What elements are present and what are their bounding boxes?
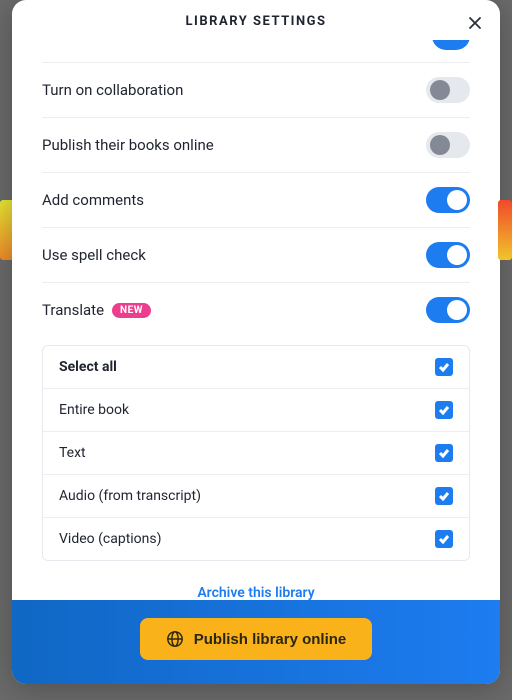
globe-icon bbox=[166, 630, 184, 648]
checkbox-entire-book[interactable] bbox=[435, 401, 453, 419]
modal-header: LIBRARY SETTINGS bbox=[12, 0, 500, 40]
translate-options-panel: Select all Entire book Text Audio (from … bbox=[42, 345, 470, 561]
option-label: Audio (from transcript) bbox=[59, 488, 201, 504]
publish-button-label: Publish library online bbox=[194, 631, 347, 648]
translate-option-video: Video (captions) bbox=[43, 518, 469, 560]
toggle-translate[interactable] bbox=[426, 297, 470, 323]
toggle-publish-books[interactable] bbox=[426, 132, 470, 158]
setting-label: Turn on collaboration bbox=[42, 81, 183, 99]
toggle-comments[interactable] bbox=[426, 187, 470, 213]
checkmark-icon bbox=[438, 361, 450, 373]
checkbox-audio[interactable] bbox=[435, 487, 453, 505]
setting-label: Publish their books online bbox=[42, 136, 214, 154]
checkmark-icon bbox=[438, 404, 450, 416]
setting-label: Translate NEW bbox=[42, 301, 151, 319]
checkmark-icon bbox=[438, 490, 450, 502]
publish-library-button[interactable]: Publish library online bbox=[140, 618, 373, 660]
close-button[interactable] bbox=[464, 12, 486, 34]
translate-option-text: Text bbox=[43, 432, 469, 475]
option-label: Text bbox=[59, 445, 86, 461]
setting-label: Use spell check bbox=[42, 246, 146, 264]
modal-footer: Publish library online bbox=[12, 600, 500, 684]
setting-label: Add comments bbox=[42, 191, 144, 209]
toggle-collaboration[interactable] bbox=[426, 77, 470, 103]
translate-option-entire-book: Entire book bbox=[43, 389, 469, 432]
translate-option-audio: Audio (from transcript) bbox=[43, 475, 469, 518]
close-icon bbox=[467, 15, 483, 31]
new-badge: NEW bbox=[112, 303, 151, 318]
archive-library-link[interactable]: Archive this library bbox=[42, 565, 470, 600]
checkbox-select-all[interactable] bbox=[435, 358, 453, 376]
setting-row-publish-books: Publish their books online bbox=[42, 118, 470, 173]
checkmark-icon bbox=[438, 533, 450, 545]
option-label: Entire book bbox=[59, 402, 129, 418]
clipped-setting-row bbox=[42, 40, 470, 63]
setting-row-spellcheck: Use spell check bbox=[42, 228, 470, 283]
library-settings-modal: LIBRARY SETTINGS Turn on collaboration P… bbox=[12, 0, 500, 684]
checkmark-icon bbox=[438, 447, 450, 459]
checkbox-text[interactable] bbox=[435, 444, 453, 462]
toggle-switch-partial[interactable] bbox=[432, 40, 470, 50]
option-label: Select all bbox=[59, 359, 117, 375]
translate-label-text: Translate bbox=[42, 301, 104, 319]
modal-title: LIBRARY SETTINGS bbox=[186, 14, 327, 29]
checkbox-video[interactable] bbox=[435, 530, 453, 548]
setting-row-comments: Add comments bbox=[42, 173, 470, 228]
translate-option-select-all: Select all bbox=[43, 346, 469, 389]
settings-scroll-area[interactable]: Turn on collaboration Publish their book… bbox=[12, 40, 500, 600]
toggle-spellcheck[interactable] bbox=[426, 242, 470, 268]
setting-row-collaboration: Turn on collaboration bbox=[42, 63, 470, 118]
option-label: Video (captions) bbox=[59, 531, 162, 547]
setting-row-translate: Translate NEW bbox=[42, 283, 470, 337]
